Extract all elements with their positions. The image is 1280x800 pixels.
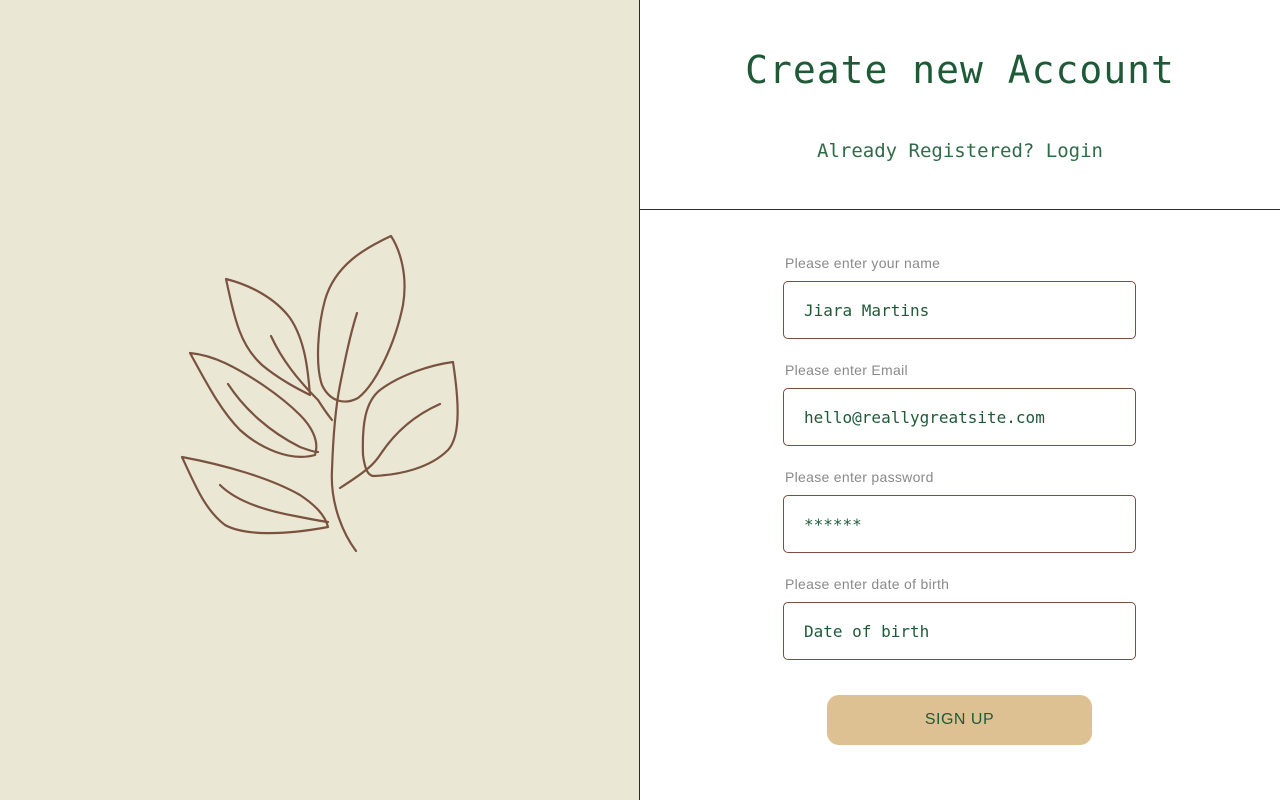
login-prompt-text: Already Registered? bbox=[817, 140, 1035, 162]
signup-page: Create new Account Already Registered? L… bbox=[0, 0, 1280, 800]
dob-input[interactable] bbox=[783, 602, 1136, 660]
email-input[interactable] bbox=[783, 388, 1136, 446]
name-input[interactable] bbox=[783, 281, 1136, 339]
dob-label: Please enter date of birth bbox=[785, 576, 950, 592]
login-link[interactable]: Login bbox=[1046, 140, 1103, 162]
email-label: Please enter Email bbox=[785, 362, 908, 378]
password-input[interactable] bbox=[783, 495, 1136, 553]
illustration-panel bbox=[0, 0, 640, 800]
signup-panel: Create new Account Already Registered? L… bbox=[640, 0, 1280, 800]
signup-form: Please enter your name Please enter Emai… bbox=[783, 255, 1136, 683]
sign-up-button[interactable]: SIGN UP bbox=[827, 695, 1092, 745]
dob-field-group: Please enter date of birth bbox=[783, 576, 1136, 660]
name-field-group: Please enter your name bbox=[783, 255, 1136, 339]
email-field-group: Please enter Email bbox=[783, 362, 1136, 446]
leaf-branch-icon bbox=[180, 234, 459, 553]
password-field-group: Please enter password bbox=[783, 469, 1136, 553]
login-prompt-line: Already Registered? Login bbox=[640, 139, 1280, 163]
name-label: Please enter your name bbox=[785, 255, 941, 271]
page-title: Create new Account bbox=[745, 48, 1175, 92]
signup-header: Create new Account Already Registered? L… bbox=[640, 0, 1280, 210]
password-label: Please enter password bbox=[785, 469, 934, 485]
